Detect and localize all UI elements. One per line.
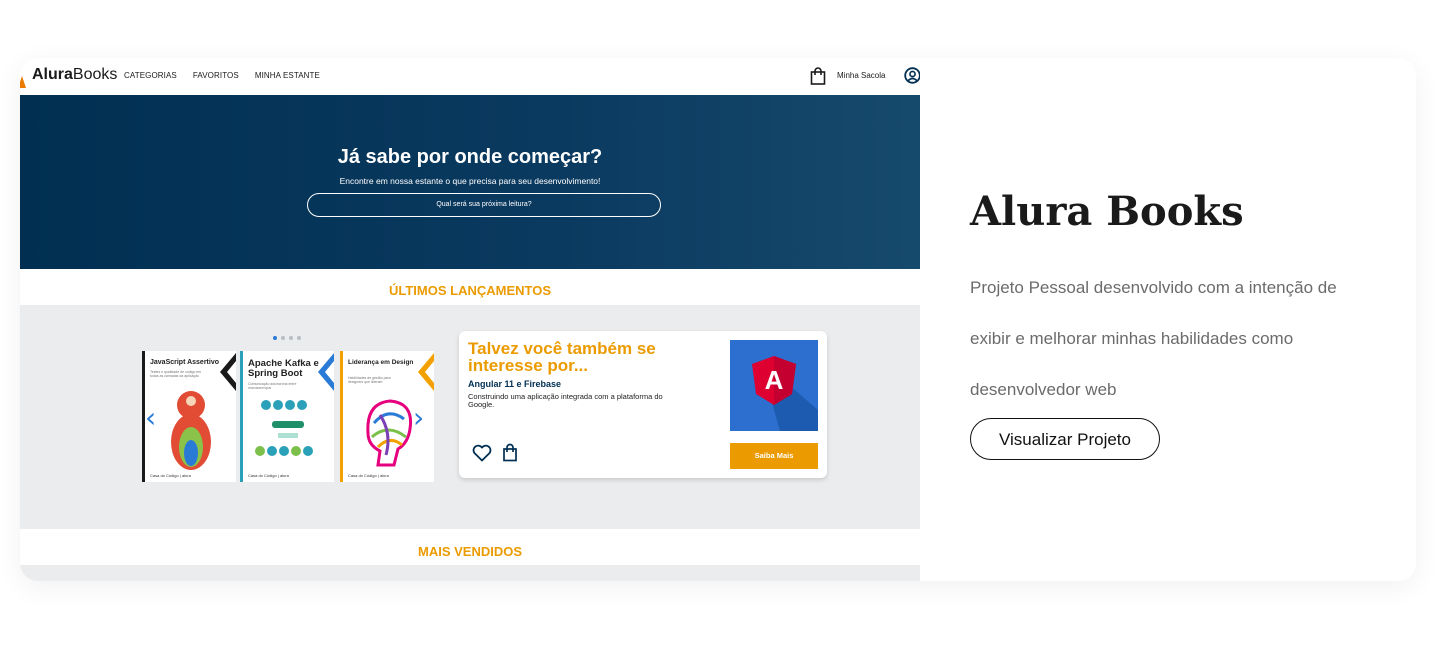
alurabooks-logo[interactable]: AluraBooks (32, 66, 117, 84)
project-screenshot[interactable]: AluraBooks CATEGORIAS FAVORITOS MINHA ES… (20, 58, 920, 581)
project-info-panel: Alura Books Projeto Pessoal desenvolvido… (920, 58, 1416, 581)
nav-item-favoritos[interactable]: FAVORITOS (193, 71, 239, 80)
carousel-next-arrow-icon[interactable]: › (413, 401, 424, 434)
view-project-button[interactable]: Visualizar Projeto (970, 418, 1160, 460)
project-title: Alura Books (970, 188, 1244, 235)
hero-subtitle: Encontre em nossa estante o que precisa … (339, 176, 601, 186)
book-publisher: Casa do Código | alura (348, 473, 389, 478)
book-title: JavaScript Assertivo (150, 359, 219, 366)
nav-item-categorias[interactable]: CATEGORIAS (124, 71, 177, 80)
recommendation-description: Construindo uma aplicação integrada com … (468, 392, 663, 409)
carousel-dot[interactable] (281, 336, 285, 340)
book-subtitle: Testes e qualidade de código em todas as… (150, 370, 202, 378)
angular-logo-icon: A (752, 356, 818, 431)
carousel-dot-active[interactable] (273, 336, 277, 340)
hero-title: Já sabe por onde começar? (337, 146, 603, 168)
carousel-area: JavaScript Assertivo Testes e qualidade … (20, 305, 920, 529)
recommendation-book-title: Angular 11 e Firebase (468, 379, 562, 389)
hero-banner: Já sabe por onde começar? Encontre em no… (20, 95, 920, 269)
saiba-mais-button[interactable]: Saiba Mais (730, 443, 818, 469)
section-title-best-sellers: MAIS VENDIDOS (417, 544, 522, 559)
add-to-bag-icon[interactable] (502, 443, 518, 462)
book-subtitle: Comunicação assíncrona entre microsservi… (248, 382, 297, 390)
colorful-head-illustration-icon (366, 399, 413, 467)
alurabooks-navbar: AluraBooks CATEGORIAS FAVORITOS MINHA ES… (20, 58, 920, 95)
angular-logo-letter: A (765, 365, 784, 395)
cover-chevron-icon (418, 353, 434, 391)
project-card: AluraBooks CATEGORIAS FAVORITOS MINHA ES… (20, 58, 1416, 581)
logo-mark-icon (20, 76, 26, 88)
book-publisher: Casa do Código | alura (248, 473, 289, 478)
recommendation-card: Talvez você também se interesse por... A… (459, 331, 827, 478)
recommendation-title: Talvez você também se interesse por... (468, 339, 656, 375)
carousel-dots (273, 336, 301, 340)
bag-label[interactable]: Minha Sacola (837, 71, 885, 80)
nav-item-minha-estante[interactable]: MINHA ESTANTE (255, 71, 320, 80)
best-sellers-strip (20, 565, 920, 581)
book-cover-apache-kafka[interactable]: Apache Kafka e Spring Boot Comunicação a… (240, 351, 334, 482)
section-title-latest: ÚLTIMOS LANÇAMENTOS (388, 283, 551, 298)
shopping-bag-icon[interactable] (810, 67, 826, 85)
search-input[interactable]: Qual será sua próxima leitura? (307, 193, 661, 217)
project-description: Projeto Pessoal desenvolvido com a inten… (970, 278, 1337, 399)
user-profile-icon[interactable] (904, 67, 920, 84)
book-title: Liderança em Design (348, 359, 414, 366)
carousel-dot[interactable] (297, 336, 301, 340)
heart-icon[interactable] (472, 444, 492, 462)
carousel-dot[interactable] (289, 336, 293, 340)
book-publisher: Casa do Código | alura (150, 473, 191, 478)
cover-chevron-icon (220, 353, 236, 391)
nav-links: CATEGORIAS FAVORITOS MINHA ESTANTE (124, 71, 320, 80)
matryoshka-illustration-icon (171, 391, 211, 470)
book-subtitle: Habilidades de gestão para designers que… (348, 376, 391, 384)
carousel-prev-arrow-icon[interactable]: ‹ (145, 401, 156, 434)
architecture-diagram-icon (255, 400, 313, 456)
book-title: Apache Kafka e Spring Boot (248, 358, 319, 379)
angular-book-image[interactable]: A (730, 340, 818, 431)
